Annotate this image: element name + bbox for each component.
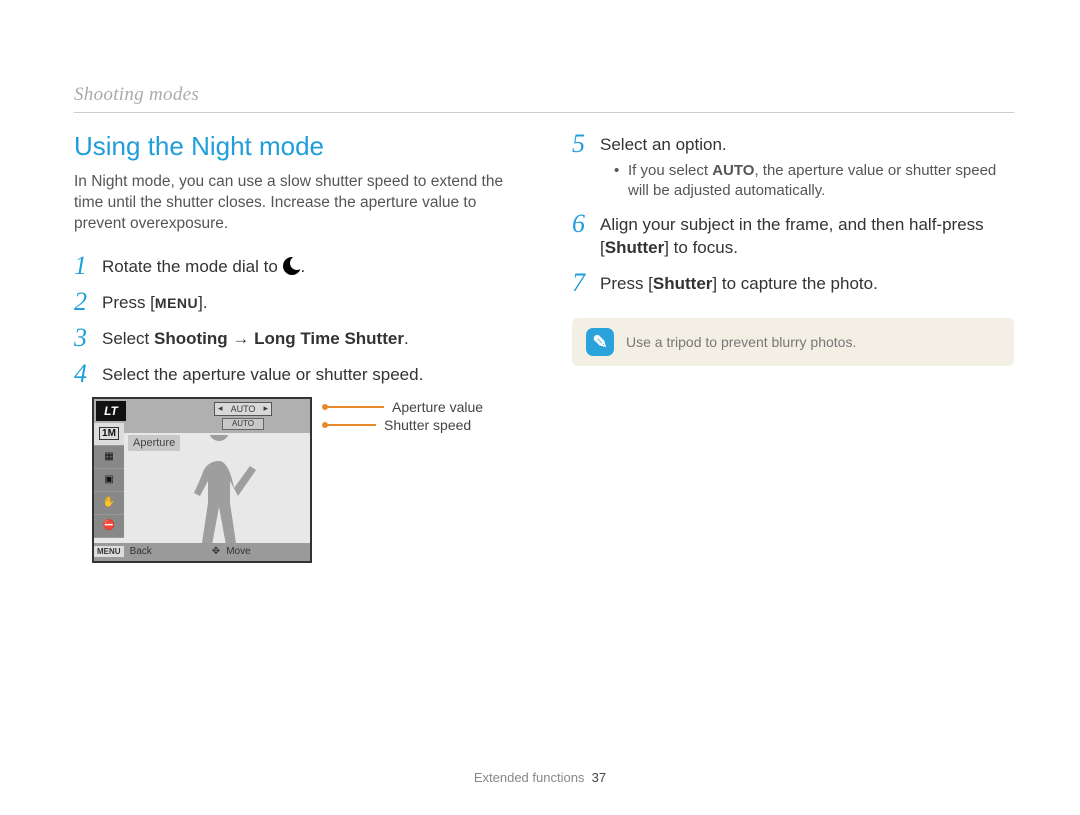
step-text: Press [Shutter] to capture the photo. xyxy=(600,270,878,296)
step-number: 2 xyxy=(74,289,102,315)
camera-side-focus-icon: ▣ xyxy=(94,469,124,492)
step-text: Select the aperture value or shutter spe… xyxy=(102,361,423,387)
person-silhouette-icon xyxy=(174,435,264,547)
step-6-suffix: ] to focus. xyxy=(664,238,738,257)
camera-screen-figure: LT ◂ AUTO ▸ AUTO 1M ▦ ▣ ✋ ⛔ xyxy=(92,397,516,563)
note-pencil-icon: ✎ xyxy=(586,328,614,356)
camera-side-resolution: 1M xyxy=(94,423,124,446)
night-mode-icon xyxy=(283,257,301,275)
step-7-suffix: ] to capture the photo. xyxy=(712,274,877,293)
step-6-shutter: Shutter xyxy=(605,238,665,257)
camera-aperture-label: Aperture xyxy=(128,435,180,451)
step-number: 4 xyxy=(74,361,102,387)
camera-aperture-auto-selector: ◂ AUTO ▸ xyxy=(214,402,272,416)
step-7-shutter: Shutter xyxy=(653,274,713,293)
step-3: 3 Select Shooting → Long Time Shutter. xyxy=(74,325,516,351)
camera-bottom-bar: MENU Back ✥ Move xyxy=(94,543,310,561)
step-7-prefix: Press [ xyxy=(600,274,653,293)
content-columns: Using the Night mode In Night mode, you … xyxy=(74,131,1014,563)
camera-auto-value-1: AUTO xyxy=(231,404,256,414)
callout-line xyxy=(326,424,376,426)
step-5-sub-auto: AUTO xyxy=(712,162,754,179)
step-text: Select an option. If you select AUTO, th… xyxy=(600,131,1014,201)
step-text: Align your subject in the frame, and the… xyxy=(600,211,1014,260)
callout-shutter: Shutter speed xyxy=(326,417,483,433)
camera-auto-value-2: AUTO xyxy=(232,419,254,428)
camera-side-grid-icon: ▦ xyxy=(94,446,124,469)
camera-menu-tag: MENU xyxy=(94,546,124,557)
step-3-suffix: . xyxy=(404,329,409,348)
menu-label: MENU xyxy=(155,295,198,311)
camera-side-stabilizer-icon: ⛔ xyxy=(94,515,124,538)
camera-callouts: Aperture value Shutter speed xyxy=(326,397,483,433)
step-5-sub-bullet: If you select AUTO, the aperture value o… xyxy=(614,161,1014,202)
chevron-right-icon: ▸ xyxy=(263,403,268,414)
step-4: 4 Select the aperture value or shutter s… xyxy=(74,361,516,387)
callout-line xyxy=(326,406,384,408)
camera-side-1m-label: 1M xyxy=(99,427,119,440)
camera-shutter-auto-selector: AUTO xyxy=(222,418,264,430)
camera-lt-badge: LT xyxy=(96,401,126,421)
camera-sidebar: 1M ▦ ▣ ✋ ⛔ xyxy=(94,423,124,538)
footer-section: Extended functions xyxy=(474,770,585,785)
step-5: 5 Select an option. If you select AUTO, … xyxy=(572,131,1014,201)
chevron-left-icon: ◂ xyxy=(218,403,223,414)
step-number: 5 xyxy=(572,131,600,157)
camera-screen: LT ◂ AUTO ▸ AUTO 1M ▦ ▣ ✋ ⛔ xyxy=(92,397,312,563)
step-text: Press [MENU]. xyxy=(102,289,208,315)
step-1: 1 Rotate the mode dial to . xyxy=(74,253,516,279)
page-footer: Extended functions 37 xyxy=(0,770,1080,785)
step-number: 7 xyxy=(572,270,600,296)
manual-page: Shooting modes Using the Night mode In N… xyxy=(0,0,1080,815)
step-1-prefix: Rotate the mode dial to xyxy=(102,257,283,276)
callout-aperture-label: Aperture value xyxy=(392,399,483,415)
note-text: Use a tripod to prevent blurry photos. xyxy=(626,334,856,350)
breadcrumb: Shooting modes xyxy=(74,84,1014,113)
step-2-prefix: Press [ xyxy=(102,293,155,312)
step-3-long-time-shutter: Long Time Shutter xyxy=(254,329,404,348)
step-7: 7 Press [Shutter] to capture the photo. xyxy=(572,270,1014,296)
step-5-sub-prefix: If you select xyxy=(628,162,712,179)
right-column: 5 Select an option. If you select AUTO, … xyxy=(572,131,1014,563)
camera-back-label: Back xyxy=(130,546,152,557)
arrow-icon: → xyxy=(228,329,254,348)
left-column: Using the Night mode In Night mode, you … xyxy=(74,131,516,563)
step-text: Select Shooting → Long Time Shutter. xyxy=(102,325,409,351)
section-title: Using the Night mode xyxy=(74,131,516,162)
step-number: 1 xyxy=(74,253,102,279)
step-2: 2 Press [MENU]. xyxy=(74,289,516,315)
step-text: Rotate the mode dial to . xyxy=(102,253,305,279)
step-number: 3 xyxy=(74,325,102,351)
camera-side-hand-icon: ✋ xyxy=(94,492,124,515)
step-3-shooting: Shooting xyxy=(154,329,228,348)
callout-shutter-label: Shutter speed xyxy=(384,417,471,433)
intro-paragraph: In Night mode, you can use a slow shutte… xyxy=(74,172,516,235)
step-6: 6 Align your subject in the frame, and t… xyxy=(572,211,1014,260)
camera-topbar xyxy=(94,399,310,433)
step-2-suffix: ]. xyxy=(198,293,207,312)
callout-aperture: Aperture value xyxy=(326,399,483,415)
step-5-text: Select an option. xyxy=(600,134,1014,157)
step-3-prefix: Select xyxy=(102,329,154,348)
move-icon: ✥ xyxy=(212,546,220,557)
step-number: 6 xyxy=(572,211,600,237)
footer-page-number: 37 xyxy=(592,770,606,785)
tip-note-box: ✎ Use a tripod to prevent blurry photos. xyxy=(572,318,1014,366)
camera-move-label: Move xyxy=(226,546,250,557)
